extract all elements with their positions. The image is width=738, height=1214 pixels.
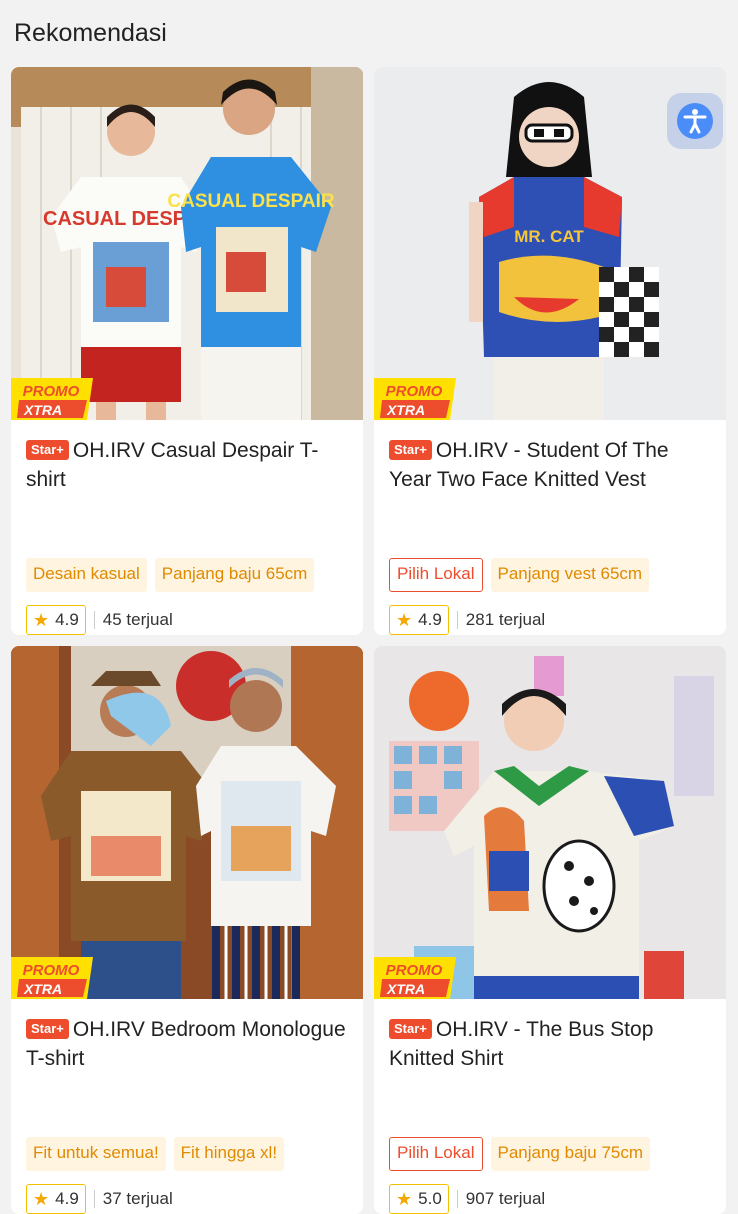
product-tag: Panjang baju 75cm <box>490 1137 651 1171</box>
svg-text:PROMO: PROMO <box>23 962 80 979</box>
product-tag: Fit hingga xl! <box>173 1137 285 1171</box>
svg-text:XTRA: XTRA <box>386 981 425 997</box>
star-plus-badge: Star+ <box>389 1019 432 1039</box>
section-title: Rekomendasi <box>14 18 167 47</box>
rating-badge: ★ 4.9 <box>26 1184 86 1214</box>
product-card[interactable]: MR. CAT PROMO XTRA Star+ OH.IRV - Studen… <box>374 67 726 635</box>
product-tags: Pilih Lokal Panjang vest 65cm <box>389 558 711 592</box>
rating-value: 5.0 <box>418 1189 442 1208</box>
product-card[interactable]: PROMO XTRA Star+ OH.IRV Bedroom Monologue… <box>11 646 363 1214</box>
rating-badge: ★ 4.9 <box>26 605 86 635</box>
star-icon: ★ <box>396 609 413 630</box>
sold-count: 45 terjual <box>102 610 173 629</box>
star-icon: ★ <box>396 1188 413 1209</box>
product-tag: Panjang vest 65cm <box>490 558 650 592</box>
accessibility-button[interactable] <box>667 93 723 149</box>
product-stats: ★ 5.0 907 terjual <box>389 1184 711 1214</box>
product-title[interactable]: Star+ OH.IRV Bedroom Monologue T-shirt <box>26 1015 348 1105</box>
product-tag: Fit untuk semua! <box>26 1137 166 1171</box>
divider <box>93 611 95 629</box>
product-image[interactable]: PROMO XTRA <box>374 646 726 999</box>
divider <box>456 1190 458 1208</box>
product-tag: Desain kasual <box>26 558 147 592</box>
star-plus-badge: Star+ <box>26 440 69 460</box>
rating-badge: ★ 5.0 <box>389 1184 449 1214</box>
accessibility-icon <box>677 103 713 139</box>
promo-xtra-badge: PROMO XTRA <box>374 378 456 420</box>
product-grid: CASUAL DESPAIR CASUAL DESPAIR PROMO XTRA <box>11 67 726 1214</box>
product-stats: ★ 4.9 281 terjual <box>389 605 711 635</box>
product-tag: Panjang baju 65cm <box>154 558 315 592</box>
product-stats: ★ 4.9 45 terjual <box>26 605 348 635</box>
product-tag: Pilih Lokal <box>389 1137 483 1171</box>
star-icon: ★ <box>33 609 50 630</box>
svg-text:XTRA: XTRA <box>23 402 62 418</box>
print-text: MR. CAT <box>514 227 584 246</box>
print-text: CASUAL DESPAIR <box>167 191 334 212</box>
rating-value: 4.9 <box>55 1189 79 1208</box>
product-title[interactable]: Star+ OH.IRV - The Bus Stop Knitted Shirt <box>389 1015 711 1105</box>
star-icon: ★ <box>33 1188 50 1209</box>
svg-text:PROMO: PROMO <box>386 383 443 400</box>
promo-xtra-badge: PROMO XTRA <box>374 957 456 999</box>
product-image[interactable]: PROMO XTRA <box>11 646 363 999</box>
product-title[interactable]: Star+ OH.IRV - Student Of The Year Two Fa… <box>389 436 711 526</box>
rating-value: 4.9 <box>55 610 79 629</box>
product-tags: Pilih Lokal Panjang baju 75cm <box>389 1137 711 1171</box>
product-card[interactable]: CASUAL DESPAIR CASUAL DESPAIR PROMO XTRA <box>11 67 363 635</box>
svg-text:PROMO: PROMO <box>23 383 80 400</box>
divider <box>93 1190 95 1208</box>
section-header: Rekomendasi <box>0 0 738 66</box>
product-tags: Desain kasual Panjang baju 65cm <box>26 558 348 592</box>
rating-value: 4.9 <box>418 610 442 629</box>
product-stats: ★ 4.9 37 terjual <box>26 1184 348 1214</box>
product-tag: Pilih Lokal <box>389 558 483 592</box>
product-tags: Fit untuk semua! Fit hingga xl! <box>26 1137 348 1171</box>
svg-text:XTRA: XTRA <box>386 402 425 418</box>
sold-count: 37 terjual <box>102 1189 173 1208</box>
rating-badge: ★ 4.9 <box>389 605 449 635</box>
svg-text:PROMO: PROMO <box>386 962 443 979</box>
svg-text:XTRA: XTRA <box>23 981 62 997</box>
promo-xtra-badge: PROMO XTRA <box>11 378 93 420</box>
star-plus-badge: Star+ <box>389 440 432 460</box>
product-title[interactable]: Star+ OH.IRV Casual Despair T-shirt <box>26 436 348 526</box>
sold-count: 907 terjual <box>465 1189 546 1208</box>
divider <box>456 611 458 629</box>
promo-xtra-badge: PROMO XTRA <box>11 957 93 999</box>
star-plus-badge: Star+ <box>26 1019 69 1039</box>
product-card[interactable]: PROMO XTRA Star+ OH.IRV - The Bus Stop Kn… <box>374 646 726 1214</box>
product-image[interactable]: CASUAL DESPAIR CASUAL DESPAIR PROMO XTRA <box>11 67 363 420</box>
sold-count: 281 terjual <box>465 610 546 629</box>
